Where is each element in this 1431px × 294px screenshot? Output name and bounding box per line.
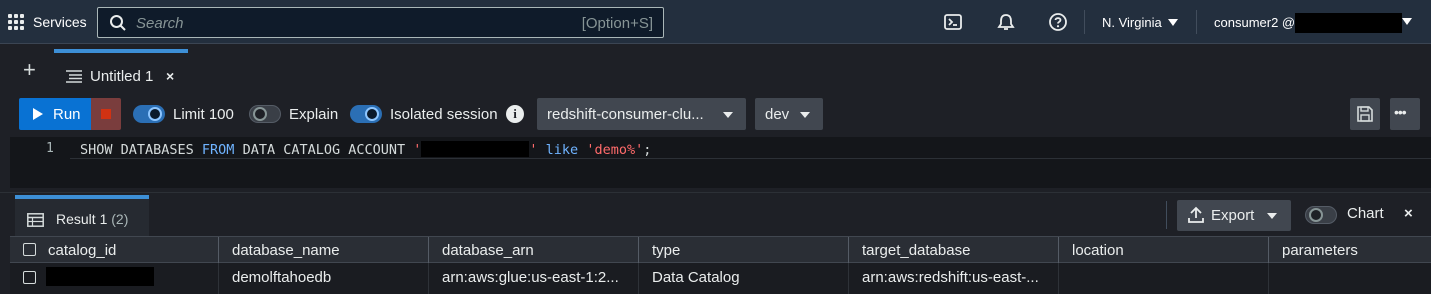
row-checkbox[interactable] [23,271,36,284]
chevron-down-icon [1167,19,1178,26]
table-icon [27,213,44,227]
services-menu[interactable]: Services [33,14,87,30]
column-header-database-arn[interactable]: database_arn [429,237,639,263]
export-label: Export [1211,207,1255,224]
tab-label: Untitled 1 [90,68,154,85]
column-header-database-name[interactable]: database_name [219,237,429,263]
region-selector[interactable]: N. Virginia [1102,15,1178,30]
query-editor[interactable]: 1 SHOW DATABASES FROM DATA CATALOG ACCOU… [10,137,1431,188]
cell-database-name: demolftahoedb [219,263,429,294]
redacted-account-id [1295,13,1402,33]
upload-icon [1188,206,1204,223]
services-grid-icon[interactable] [8,14,24,30]
column-header-target-database[interactable]: target_database [849,237,1059,263]
tab-result-1[interactable]: Result 1 (2) [15,195,149,237]
table-row[interactable]: demolftahoedb arn:aws:glue:us-east-1:2..… [10,263,1431,294]
divider [1166,201,1167,229]
select-all-checkbox[interactable] [23,243,36,256]
cell-target-database: arn:aws:redshift:us-east-... [849,263,1059,294]
ellipsis-icon: ••• [1394,104,1407,120]
cell-catalog-id [10,263,219,294]
search-input[interactable]: Search [Option+S] [97,7,664,38]
cloudshell-icon[interactable] [943,12,963,32]
run-button[interactable]: Run [19,98,91,130]
search-icon [110,15,126,31]
database-value: dev [765,106,790,123]
chevron-down-icon [723,112,733,118]
help-icon[interactable] [1048,12,1068,32]
database-select[interactable]: dev [755,98,823,130]
chevron-down-icon [800,112,810,118]
info-icon[interactable]: i [506,105,524,123]
limit-toggle[interactable] [133,105,165,123]
chevron-down-icon [1267,213,1277,219]
stop-icon [101,109,111,119]
cluster-value: redshift-consumer-clu... [547,106,704,123]
column-header-type[interactable]: type [639,237,849,263]
run-label: Run [53,106,81,123]
search-shortcut: [Option+S] [581,15,653,32]
account-menu[interactable]: consumer2 @ [1214,15,1295,30]
results-table-header: catalog_id database_name database_arn ty… [10,236,1431,263]
editor-tabs: + Untitled 1 × [0,45,1431,95]
tab-untitled-1[interactable]: Untitled 1 × [54,49,188,95]
explain-toggle[interactable] [249,105,281,123]
nav-divider [1084,10,1085,34]
isolated-session-toggle[interactable] [350,105,382,123]
play-icon [33,108,43,120]
search-placeholder: Search [136,15,184,32]
save-button[interactable] [1350,98,1380,130]
cell-type: Data Catalog [639,263,849,294]
line-gutter: 1 [10,137,70,188]
sql-code-line[interactable]: SHOW DATABASES FROM DATA CATALOG ACCOUNT… [80,141,651,158]
column-header-parameters[interactable]: parameters [1269,237,1431,263]
top-navigation: Services Search [Option+S] N. Virginia c… [0,0,1431,44]
result-count: (2) [111,211,129,227]
result-tab-label: Result 1 (2) [56,211,129,227]
document-lines-icon [66,70,82,83]
chart-toggle[interactable] [1305,206,1337,224]
limit-label: Limit 100 [173,106,234,123]
redacted-catalog-id [46,267,154,286]
cluster-select[interactable]: redshift-consumer-clu... [537,98,746,130]
notifications-bell-icon[interactable] [996,12,1016,32]
close-tab-button[interactable]: × [166,68,174,84]
add-tab-button[interactable]: + [23,59,36,81]
redacted-account-id [421,141,530,157]
chevron-down-icon[interactable] [1402,18,1412,25]
close-results-button[interactable]: × [1404,205,1413,222]
export-button[interactable]: Export [1177,200,1291,231]
nav-divider [1196,10,1197,34]
account-label: consumer2 @ [1214,15,1296,30]
results-header: Result 1 (2) Export Chart × [0,192,1431,237]
line-number: 1 [46,141,54,156]
column-header-location[interactable]: location [1059,237,1269,263]
column-header-catalog-id[interactable]: catalog_id [10,237,219,263]
more-options-button[interactable]: ••• [1390,98,1420,130]
region-label: N. Virginia [1102,15,1162,30]
explain-label: Explain [289,106,339,123]
chart-label: Chart [1347,205,1384,222]
editor-toolbar: Run Limit 100 Explain Isolated session i… [0,95,1431,137]
isolated-session-label: Isolated session [390,106,498,123]
save-icon [1357,106,1373,122]
cell-parameters [1269,263,1431,294]
stop-button[interactable] [91,98,121,130]
cell-location [1059,263,1269,294]
cell-database-arn: arn:aws:glue:us-east-1:2... [429,263,639,294]
